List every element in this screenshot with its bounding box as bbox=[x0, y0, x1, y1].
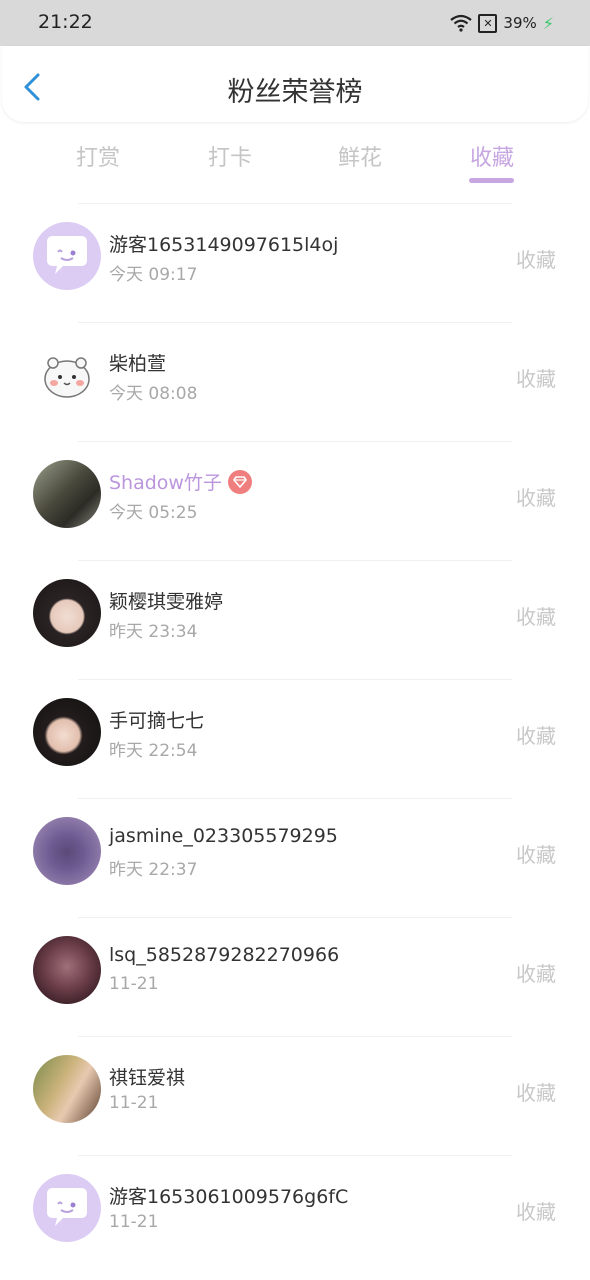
fan-time: 11-21 bbox=[109, 1212, 159, 1232]
tab-favorites[interactable]: 收藏 bbox=[447, 140, 537, 172]
tab-checkin[interactable]: 打卡 bbox=[185, 140, 275, 172]
fan-time: 11-21 bbox=[109, 974, 159, 994]
fan-time: 今天 08:08 bbox=[109, 384, 198, 404]
fan-list: 游客1653149097615l4oj 今天 09:17 收藏 柴柏萱 今天 0… bbox=[0, 203, 590, 1274]
favorite-label: 收藏 bbox=[516, 1081, 556, 1105]
favorite-label: 收藏 bbox=[516, 843, 556, 867]
avatar bbox=[33, 460, 101, 528]
hamster-avatar-icon bbox=[44, 357, 90, 398]
fan-time: 今天 09:17 bbox=[109, 265, 198, 285]
list-item[interactable]: 祺钰爱祺 11-21 收藏 bbox=[33, 1036, 556, 1155]
chat-bubble-icon bbox=[47, 1188, 87, 1226]
avatar bbox=[33, 698, 101, 766]
fan-time: 昨天 22:37 bbox=[109, 860, 198, 880]
favorite-label: 收藏 bbox=[516, 248, 556, 272]
fan-name: jasmine_023305579295 bbox=[109, 825, 338, 847]
fan-name: 祺钰爱祺 bbox=[109, 1067, 186, 1089]
list-item[interactable]: 手可摘七七 昨天 22:54 收藏 bbox=[33, 679, 556, 798]
fan-name: Shadow竹子 bbox=[109, 472, 222, 494]
fan-name: 颖樱琪雯雅婷 bbox=[109, 591, 224, 613]
status-time: 21:22 bbox=[38, 11, 93, 33]
avatar bbox=[33, 1055, 101, 1123]
favorite-label: 收藏 bbox=[516, 367, 556, 391]
list-item[interactable]: 游客1653149097615l4oj 今天 09:17 收藏 bbox=[33, 203, 556, 322]
tab-flowers[interactable]: 鲜花 bbox=[315, 140, 405, 172]
avatar bbox=[33, 579, 101, 647]
fan-name-vip: Shadow竹子 bbox=[109, 468, 252, 496]
avatar bbox=[33, 936, 101, 1004]
list-item[interactable]: lsq_5852879282270966 11-21 收藏 bbox=[33, 917, 556, 1036]
sim-off-icon: ✕ bbox=[478, 13, 498, 33]
favorite-label: 收藏 bbox=[516, 486, 556, 510]
fan-time: 昨天 23:34 bbox=[109, 622, 198, 642]
charging-icon: ⚡ bbox=[542, 13, 554, 33]
fan-time: 昨天 22:54 bbox=[109, 741, 198, 761]
page-title: 粉丝荣誉榜 bbox=[227, 77, 363, 108]
avatar bbox=[33, 1174, 101, 1242]
tab-reward[interactable]: 打赏 bbox=[53, 140, 143, 172]
avatar bbox=[33, 341, 101, 409]
favorite-label: 收藏 bbox=[516, 962, 556, 986]
status-bar: 21:22 ✕ 39% ⚡ bbox=[0, 0, 590, 46]
battery-percent: 39% bbox=[503, 14, 537, 32]
diamond-badge-icon bbox=[227, 469, 252, 494]
list-item[interactable]: 柴柏萱 今天 08:08 收藏 bbox=[33, 322, 556, 441]
list-item[interactable]: 颖樱琪雯雅婷 昨天 23:34 收藏 bbox=[33, 560, 556, 679]
avatar bbox=[33, 817, 101, 885]
active-tab-indicator bbox=[469, 178, 514, 183]
list-item[interactable]: jasmine_023305579295 昨天 22:37 收藏 bbox=[33, 798, 556, 917]
app-header: 粉丝荣誉榜 bbox=[2, 46, 588, 122]
fan-name: 柴柏萱 bbox=[109, 353, 167, 375]
fan-name: 游客1653149097615l4oj bbox=[109, 234, 339, 256]
favorite-label: 收藏 bbox=[516, 605, 556, 629]
wifi-icon bbox=[450, 14, 473, 32]
list-item[interactable]: 游客1653061009576g6fC 11-21 收藏 bbox=[33, 1155, 556, 1274]
chat-bubble-icon bbox=[47, 236, 87, 274]
favorite-label: 收藏 bbox=[516, 724, 556, 748]
avatar bbox=[33, 222, 101, 290]
fan-name: 游客1653061009576g6fC bbox=[109, 1186, 349, 1208]
status-icons: ✕ 39% ⚡ bbox=[450, 11, 554, 35]
favorite-label: 收藏 bbox=[516, 1200, 556, 1224]
fan-name: lsq_5852879282270966 bbox=[109, 944, 340, 966]
tab-bar: 打赏 打卡 鲜花 收藏 bbox=[0, 130, 590, 186]
fan-time: 11-21 bbox=[109, 1093, 159, 1113]
fan-time: 今天 05:25 bbox=[109, 503, 198, 523]
fan-name: 手可摘七七 bbox=[109, 710, 205, 732]
list-item[interactable]: Shadow竹子 今天 05:25 收藏 bbox=[33, 441, 556, 560]
